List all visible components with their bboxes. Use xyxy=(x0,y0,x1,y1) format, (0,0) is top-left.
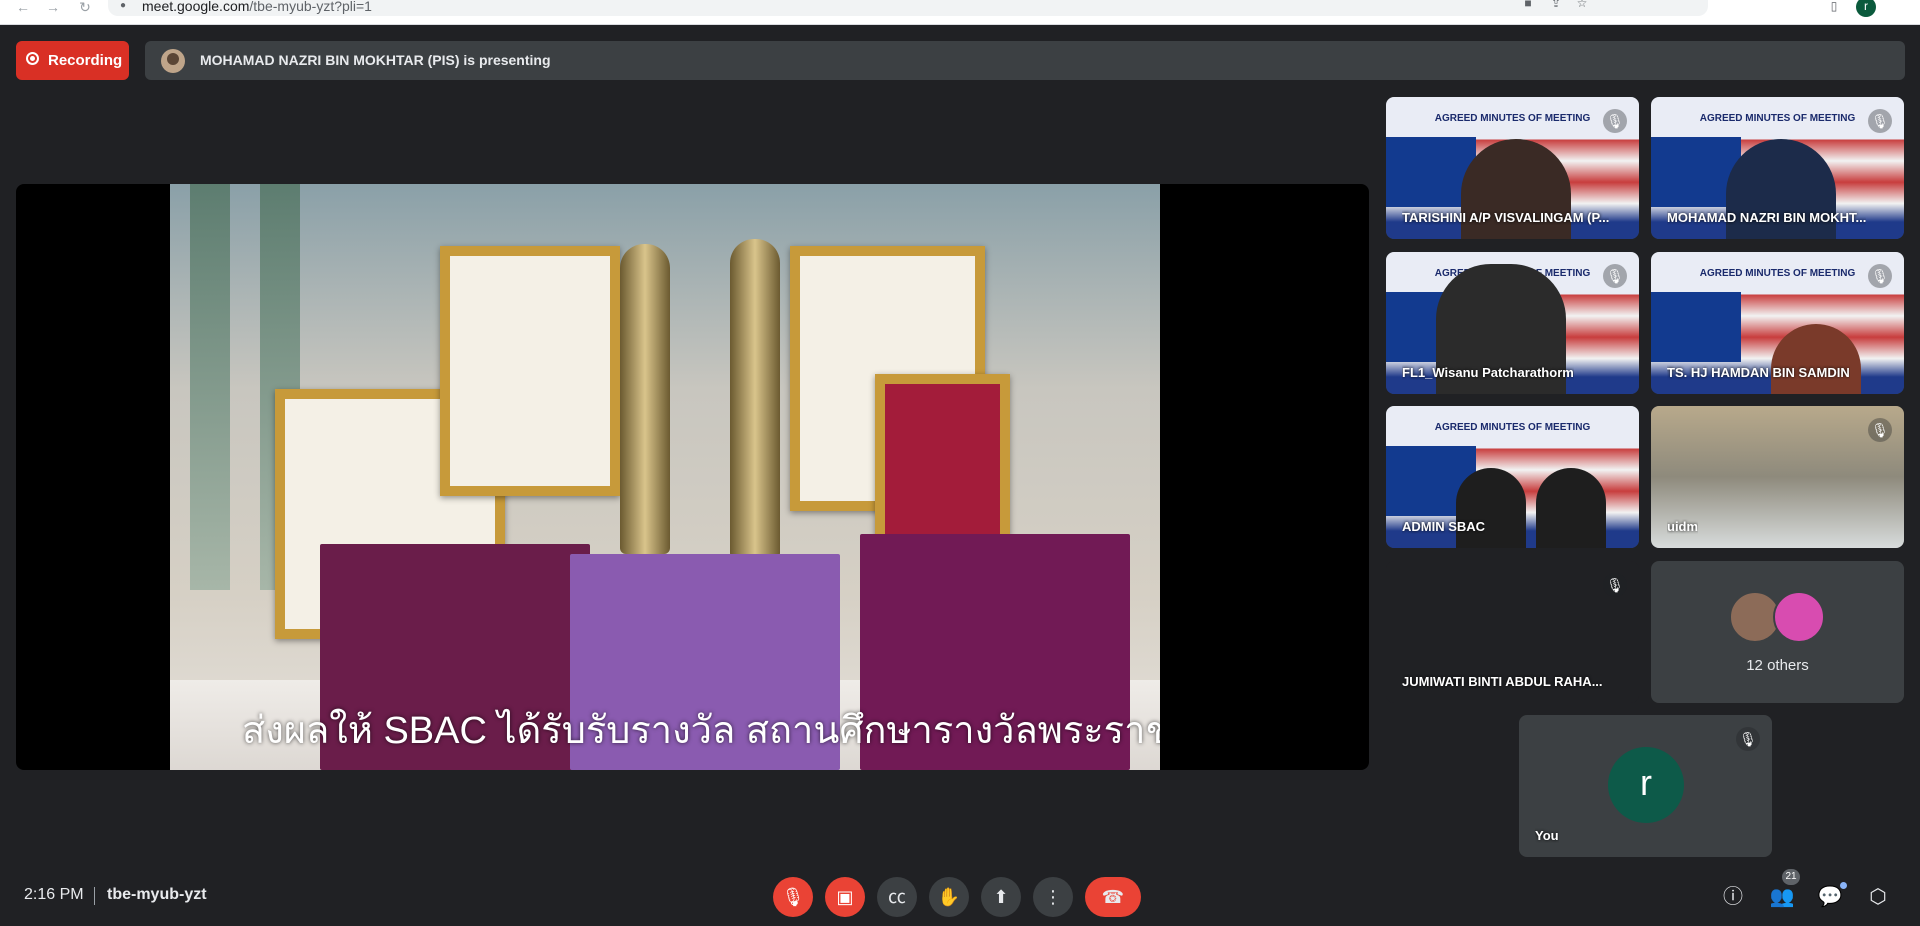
profile-avatar[interactable]: r xyxy=(1856,0,1876,17)
participant-tile[interactable]: 🎙 JUMIWATI BINTI ABDUL RAHA... xyxy=(1386,561,1639,703)
camera-blocked-icon[interactable]: ■ xyxy=(1520,0,1536,13)
trophy xyxy=(620,244,670,554)
raise-hand-button[interactable]: ✋ xyxy=(929,877,969,917)
participant-name: ADMIN SBAC xyxy=(1402,519,1486,534)
more-options-button[interactable]: ⋮ xyxy=(1033,877,1073,917)
captions-button[interactable]: ㏄ xyxy=(877,877,917,917)
more-vert-icon: ⋮ xyxy=(1044,887,1062,907)
hang-up-icon: ☎ xyxy=(1101,887,1125,907)
unread-indicator xyxy=(1840,882,1847,889)
participant-name: FL1_Wisanu Patcharathorm xyxy=(1402,365,1574,380)
self-name: You xyxy=(1535,828,1559,843)
mic-toggle-button[interactable]: 🎙 xyxy=(773,877,813,917)
participant-tile[interactable]: AGREED MINUTES OF MEETING 🎙 TARISHINI A/… xyxy=(1386,97,1639,239)
share-icon[interactable]: ⇪ xyxy=(1548,0,1564,13)
mic-off-icon: 🎙 xyxy=(781,887,805,907)
recording-button[interactable]: Recording xyxy=(16,41,129,80)
framed-certificate xyxy=(440,246,620,496)
participant-video xyxy=(1536,468,1606,548)
mic-off-icon: 🎙 xyxy=(1868,418,1892,442)
flag-graphic xyxy=(1651,292,1741,362)
presenting-bar: MOHAMAD NAZRI BIN MOKHTAR (PIS) is prese… xyxy=(145,41,1905,80)
activities-button[interactable]: ⬡ xyxy=(1862,881,1894,913)
trophy xyxy=(730,239,780,559)
url-host: meet.google.com xyxy=(142,0,250,14)
url-text[interactable]: meet.google.com/tbe-myub-yzt?pli=1 xyxy=(142,0,372,14)
back-icon[interactable]: ← xyxy=(14,0,32,18)
presenter-avatar xyxy=(161,49,185,73)
lock-icon: ● xyxy=(120,0,127,11)
window-pane xyxy=(190,184,230,590)
others-tile[interactable]: 12 others xyxy=(1651,561,1904,703)
mic-off-icon: 🎙 xyxy=(1736,727,1760,751)
participant-name: MOHAMAD NAZRI BIN MOKHT... xyxy=(1667,210,1867,225)
hand-icon: ✋ xyxy=(937,887,961,907)
presenting-text: MOHAMAD NAZRI BIN MOKHTAR (PIS) is prese… xyxy=(200,52,551,68)
participant-tile[interactable]: AGREED MINUTES OF MEETING 🎙 MOHAMAD NAZR… xyxy=(1651,97,1904,239)
reload-icon[interactable]: ↻ xyxy=(76,0,94,18)
participant-name: JUMIWATI BINTI ABDUL RAHA... xyxy=(1402,674,1603,689)
background-heading: AGREED MINUTES OF MEETING xyxy=(1434,113,1591,124)
people-button[interactable]: 👥 xyxy=(1766,881,1798,913)
mic-off-icon: 🎙 xyxy=(1603,264,1627,288)
recording-label: Recording xyxy=(48,52,123,69)
meeting-details-button[interactable]: ⓘ xyxy=(1717,881,1749,913)
camera-off-icon: ▣ xyxy=(836,887,854,907)
present-screen-icon: ⬆ xyxy=(993,887,1009,907)
forward-icon[interactable]: → xyxy=(44,0,62,18)
self-avatar: r xyxy=(1608,747,1684,823)
participant-tile[interactable]: AGREED MINUTES OF MEETING 🎙 TS. HJ HAMDA… xyxy=(1651,252,1904,394)
others-count: 12 others xyxy=(1746,657,1809,674)
background-heading: AGREED MINUTES OF MEETING xyxy=(1699,113,1856,124)
participant-name: TS. HJ HAMDAN BIN SAMDIN xyxy=(1667,365,1850,380)
participant-name: TARISHINI A/P VISVALINGAM (P... xyxy=(1402,210,1610,225)
divider xyxy=(94,887,95,905)
mic-off-icon: 🎙 xyxy=(1603,109,1627,133)
mic-off-icon: 🎙 xyxy=(1868,264,1892,288)
participant-tile[interactable]: AGREED MINUTES OF MEETING ADMIN SBAC xyxy=(1386,406,1639,548)
info-icon: ⓘ xyxy=(1723,886,1743,908)
chat-icon: 💬 xyxy=(1817,886,1843,908)
background-heading: AGREED MINUTES OF MEETING xyxy=(1699,268,1856,279)
bookmark-star-icon[interactable]: ☆ xyxy=(1574,0,1590,13)
participant-tile[interactable]: 🎙 uidm xyxy=(1651,406,1904,548)
meeting-code: tbe-myub-yzt xyxy=(107,886,207,903)
participant-video xyxy=(1456,468,1526,548)
participant-tile[interactable]: AGREED MINUTES OF MEETING 🎙 FL1_Wisanu P… xyxy=(1386,252,1639,394)
participant-avatar xyxy=(1773,591,1825,643)
url-path: /tbe-myub-yzt?pli=1 xyxy=(249,0,372,14)
mic-off-icon: 🎙 xyxy=(1603,573,1627,597)
address-bar[interactable]: ● meet.google.com/tbe-myub-yzt?pli=1 ■ ⇪… xyxy=(108,0,1708,16)
self-tile[interactable]: r 🎙 You xyxy=(1519,715,1772,857)
side-panel-icon[interactable]: ▯ xyxy=(1826,0,1842,16)
activities-icon: ⬡ xyxy=(1869,886,1887,908)
closed-captions-icon: ㏄ xyxy=(888,887,906,907)
participant-name: uidm xyxy=(1667,519,1699,534)
caption-text: ส่งผลให้ SBAC ได้รับรับรางวัล สถานศึกษาร… xyxy=(242,710,1160,752)
people-icon: 👥 xyxy=(1769,886,1795,908)
leave-call-button[interactable]: ☎ xyxy=(1085,877,1141,917)
clock-time: 2:16 PM xyxy=(24,886,84,903)
browser-bar: ← → ↻ ● meet.google.com/tbe-myub-yzt?pli… xyxy=(0,0,1920,25)
people-count-badge: 21 xyxy=(1782,869,1800,885)
presentation-stage[interactable]: ส่งผลให้ SBAC ได้รับรับรางวัล สถานศึกษาร… xyxy=(16,184,1369,770)
record-icon xyxy=(26,52,39,65)
background-heading: AGREED MINUTES OF MEETING xyxy=(1434,422,1591,433)
camera-toggle-button[interactable]: ▣ xyxy=(825,877,865,917)
present-button[interactable]: ⬆ xyxy=(981,877,1021,917)
mic-off-icon: 🎙 xyxy=(1868,109,1892,133)
presentation-video: ส่งผลให้ SBAC ได้รับรับรางวัล สถานศึกษาร… xyxy=(170,184,1160,770)
